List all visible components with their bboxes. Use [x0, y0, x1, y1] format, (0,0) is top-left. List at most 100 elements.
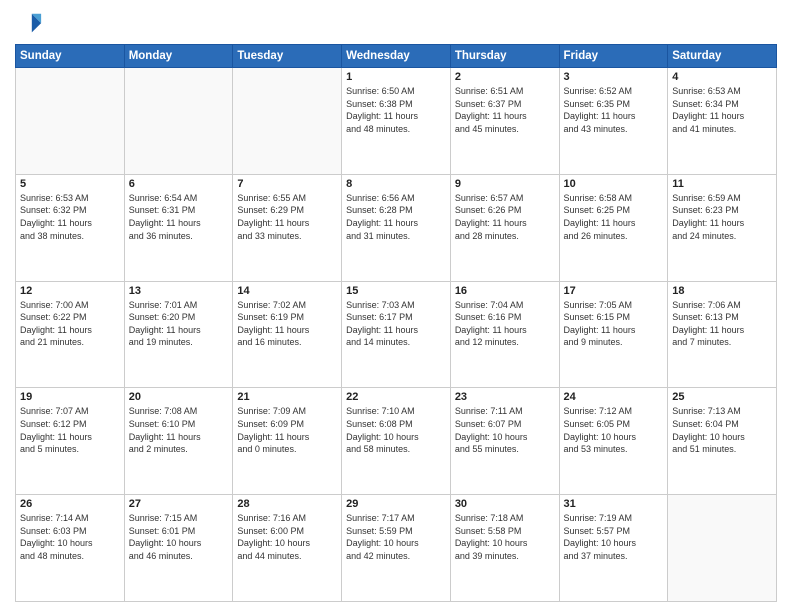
day-number: 3 [564, 71, 664, 83]
day-info: Sunrise: 7:17 AM Sunset: 5:59 PM Dayligh… [346, 512, 446, 562]
day-info: Sunrise: 7:11 AM Sunset: 6:07 PM Dayligh… [455, 405, 555, 455]
weekday-header-saturday: Saturday [668, 45, 777, 68]
day-info: Sunrise: 7:06 AM Sunset: 6:13 PM Dayligh… [672, 299, 772, 349]
day-cell: 23 Sunrise: 7:11 AM Sunset: 6:07 PM Dayli… [450, 388, 559, 495]
day-info: Sunrise: 7:07 AM Sunset: 6:12 PM Dayligh… [20, 405, 120, 455]
day-cell: 21Sunrise: 7:09 AM Sunset: 6:09 PM Dayli… [233, 388, 342, 495]
logo [15, 10, 47, 38]
day-info: Sunrise: 6:55 AM Sunset: 6:29 PM Dayligh… [237, 192, 337, 242]
day-number: 26 [20, 498, 120, 510]
week-row-3: 12 Sunrise: 7:00 AM Sunset: 6:22 PM Dayli… [16, 281, 777, 388]
day-cell: 8 Sunrise: 6:56 AM Sunset: 6:28 PM Daylig… [342, 174, 451, 281]
day-number: 10 [564, 178, 664, 190]
day-number: 15 [346, 285, 446, 297]
day-number: 29 [346, 498, 446, 510]
day-cell: 31 Sunrise: 7:19 AM Sunset: 5:57 PM Dayli… [559, 495, 668, 602]
day-cell: 11 Sunrise: 6:59 AM Sunset: 6:23 PM Dayli… [668, 174, 777, 281]
week-row-5: 26 Sunrise: 7:14 AM Sunset: 6:03 PM Dayli… [16, 495, 777, 602]
day-number: 28 [237, 498, 337, 510]
day-info: Sunrise: 6:58 AM Sunset: 6:25 PM Dayligh… [564, 192, 664, 242]
day-cell: 28 Sunrise: 7:16 AM Sunset: 6:00 PM Dayli… [233, 495, 342, 602]
day-info: Sunrise: 6:56 AM Sunset: 6:28 PM Dayligh… [346, 192, 446, 242]
day-cell: 3Sunrise: 6:52 AM Sunset: 6:35 PM Daylig… [559, 68, 668, 175]
day-number: 5 [20, 178, 120, 190]
logo-icon [15, 10, 43, 38]
day-number: 16 [455, 285, 555, 297]
day-number: 4 [672, 71, 772, 83]
header [15, 10, 777, 38]
day-number: 13 [129, 285, 229, 297]
day-cell: 30 Sunrise: 7:18 AM Sunset: 5:58 PM Dayli… [450, 495, 559, 602]
day-info: Sunrise: 6:53 AM Sunset: 6:32 PM Dayligh… [20, 192, 120, 242]
day-cell: 4 Sunrise: 6:53 AM Sunset: 6:34 PM Daylig… [668, 68, 777, 175]
day-number: 31 [564, 498, 664, 510]
day-info: Sunrise: 7:05 AM Sunset: 6:15 PM Dayligh… [564, 299, 664, 349]
day-cell: 5 Sunrise: 6:53 AM Sunset: 6:32 PM Daylig… [16, 174, 125, 281]
day-cell: 29 Sunrise: 7:17 AM Sunset: 5:59 PM Dayli… [342, 495, 451, 602]
day-info: Sunrise: 6:57 AM Sunset: 6:26 PM Dayligh… [455, 192, 555, 242]
day-info: Sunrise: 7:02 AM Sunset: 6:19 PM Dayligh… [237, 299, 337, 349]
day-info: Sunrise: 7:10 AM Sunset: 6:08 PM Dayligh… [346, 405, 446, 455]
day-info: Sunrise: 6:59 AM Sunset: 6:23 PM Dayligh… [672, 192, 772, 242]
weekday-header-wednesday: Wednesday [342, 45, 451, 68]
weekday-header-thursday: Thursday [450, 45, 559, 68]
day-cell: 27 Sunrise: 7:15 AM Sunset: 6:01 PM Dayli… [124, 495, 233, 602]
day-cell: 20Sunrise: 7:08 AM Sunset: 6:10 PM Dayli… [124, 388, 233, 495]
day-number: 14 [237, 285, 337, 297]
day-cell [124, 68, 233, 175]
day-number: 19 [20, 391, 120, 403]
day-number: 8 [346, 178, 446, 190]
day-number: 17 [564, 285, 664, 297]
day-info: Sunrise: 6:53 AM Sunset: 6:34 PM Dayligh… [672, 85, 772, 135]
day-cell: 16Sunrise: 7:04 AM Sunset: 6:16 PM Dayli… [450, 281, 559, 388]
day-cell: 10 Sunrise: 6:58 AM Sunset: 6:25 PM Dayli… [559, 174, 668, 281]
day-cell [233, 68, 342, 175]
day-number: 9 [455, 178, 555, 190]
page: SundayMondayTuesdayWednesdayThursdayFrid… [0, 0, 792, 612]
day-number: 25 [672, 391, 772, 403]
weekday-header-monday: Monday [124, 45, 233, 68]
day-cell: 26 Sunrise: 7:14 AM Sunset: 6:03 PM Dayli… [16, 495, 125, 602]
day-cell: 1Sunrise: 6:50 AM Sunset: 6:38 PM Daylig… [342, 68, 451, 175]
day-cell: 7Sunrise: 6:55 AM Sunset: 6:29 PM Daylig… [233, 174, 342, 281]
weekday-header-friday: Friday [559, 45, 668, 68]
day-number: 23 [455, 391, 555, 403]
day-cell: 2Sunrise: 6:51 AM Sunset: 6:37 PM Daylig… [450, 68, 559, 175]
day-info: Sunrise: 7:13 AM Sunset: 6:04 PM Dayligh… [672, 405, 772, 455]
day-cell: 18Sunrise: 7:06 AM Sunset: 6:13 PM Dayli… [668, 281, 777, 388]
day-info: Sunrise: 7:19 AM Sunset: 5:57 PM Dayligh… [564, 512, 664, 562]
day-cell: 6Sunrise: 6:54 AM Sunset: 6:31 PM Daylig… [124, 174, 233, 281]
day-cell: 14 Sunrise: 7:02 AM Sunset: 6:19 PM Dayli… [233, 281, 342, 388]
week-row-1: 1Sunrise: 6:50 AM Sunset: 6:38 PM Daylig… [16, 68, 777, 175]
day-cell: 15Sunrise: 7:03 AM Sunset: 6:17 PM Dayli… [342, 281, 451, 388]
day-info: Sunrise: 7:01 AM Sunset: 6:20 PM Dayligh… [129, 299, 229, 349]
day-info: Sunrise: 7:14 AM Sunset: 6:03 PM Dayligh… [20, 512, 120, 562]
day-info: Sunrise: 7:12 AM Sunset: 6:05 PM Dayligh… [564, 405, 664, 455]
weekday-header-tuesday: Tuesday [233, 45, 342, 68]
day-info: Sunrise: 6:51 AM Sunset: 6:37 PM Dayligh… [455, 85, 555, 135]
day-number: 20 [129, 391, 229, 403]
weekday-header-row: SundayMondayTuesdayWednesdayThursdayFrid… [16, 45, 777, 68]
day-cell: 13 Sunrise: 7:01 AM Sunset: 6:20 PM Dayli… [124, 281, 233, 388]
day-cell: 9 Sunrise: 6:57 AM Sunset: 6:26 PM Daylig… [450, 174, 559, 281]
day-number: 30 [455, 498, 555, 510]
day-number: 22 [346, 391, 446, 403]
day-number: 24 [564, 391, 664, 403]
day-info: Sunrise: 7:00 AM Sunset: 6:22 PM Dayligh… [20, 299, 120, 349]
day-info: Sunrise: 7:16 AM Sunset: 6:00 PM Dayligh… [237, 512, 337, 562]
day-number: 11 [672, 178, 772, 190]
week-row-2: 5 Sunrise: 6:53 AM Sunset: 6:32 PM Daylig… [16, 174, 777, 281]
calendar-table: SundayMondayTuesdayWednesdayThursdayFrid… [15, 44, 777, 602]
week-row-4: 19 Sunrise: 7:07 AM Sunset: 6:12 PM Dayli… [16, 388, 777, 495]
day-info: Sunrise: 7:18 AM Sunset: 5:58 PM Dayligh… [455, 512, 555, 562]
day-number: 12 [20, 285, 120, 297]
day-info: Sunrise: 7:15 AM Sunset: 6:01 PM Dayligh… [129, 512, 229, 562]
day-number: 27 [129, 498, 229, 510]
day-cell: 22 Sunrise: 7:10 AM Sunset: 6:08 PM Dayli… [342, 388, 451, 495]
weekday-header-sunday: Sunday [16, 45, 125, 68]
day-info: Sunrise: 6:50 AM Sunset: 6:38 PM Dayligh… [346, 85, 446, 135]
day-cell: 19 Sunrise: 7:07 AM Sunset: 6:12 PM Dayli… [16, 388, 125, 495]
day-number: 21 [237, 391, 337, 403]
day-cell: 24 Sunrise: 7:12 AM Sunset: 6:05 PM Dayli… [559, 388, 668, 495]
day-cell [668, 495, 777, 602]
